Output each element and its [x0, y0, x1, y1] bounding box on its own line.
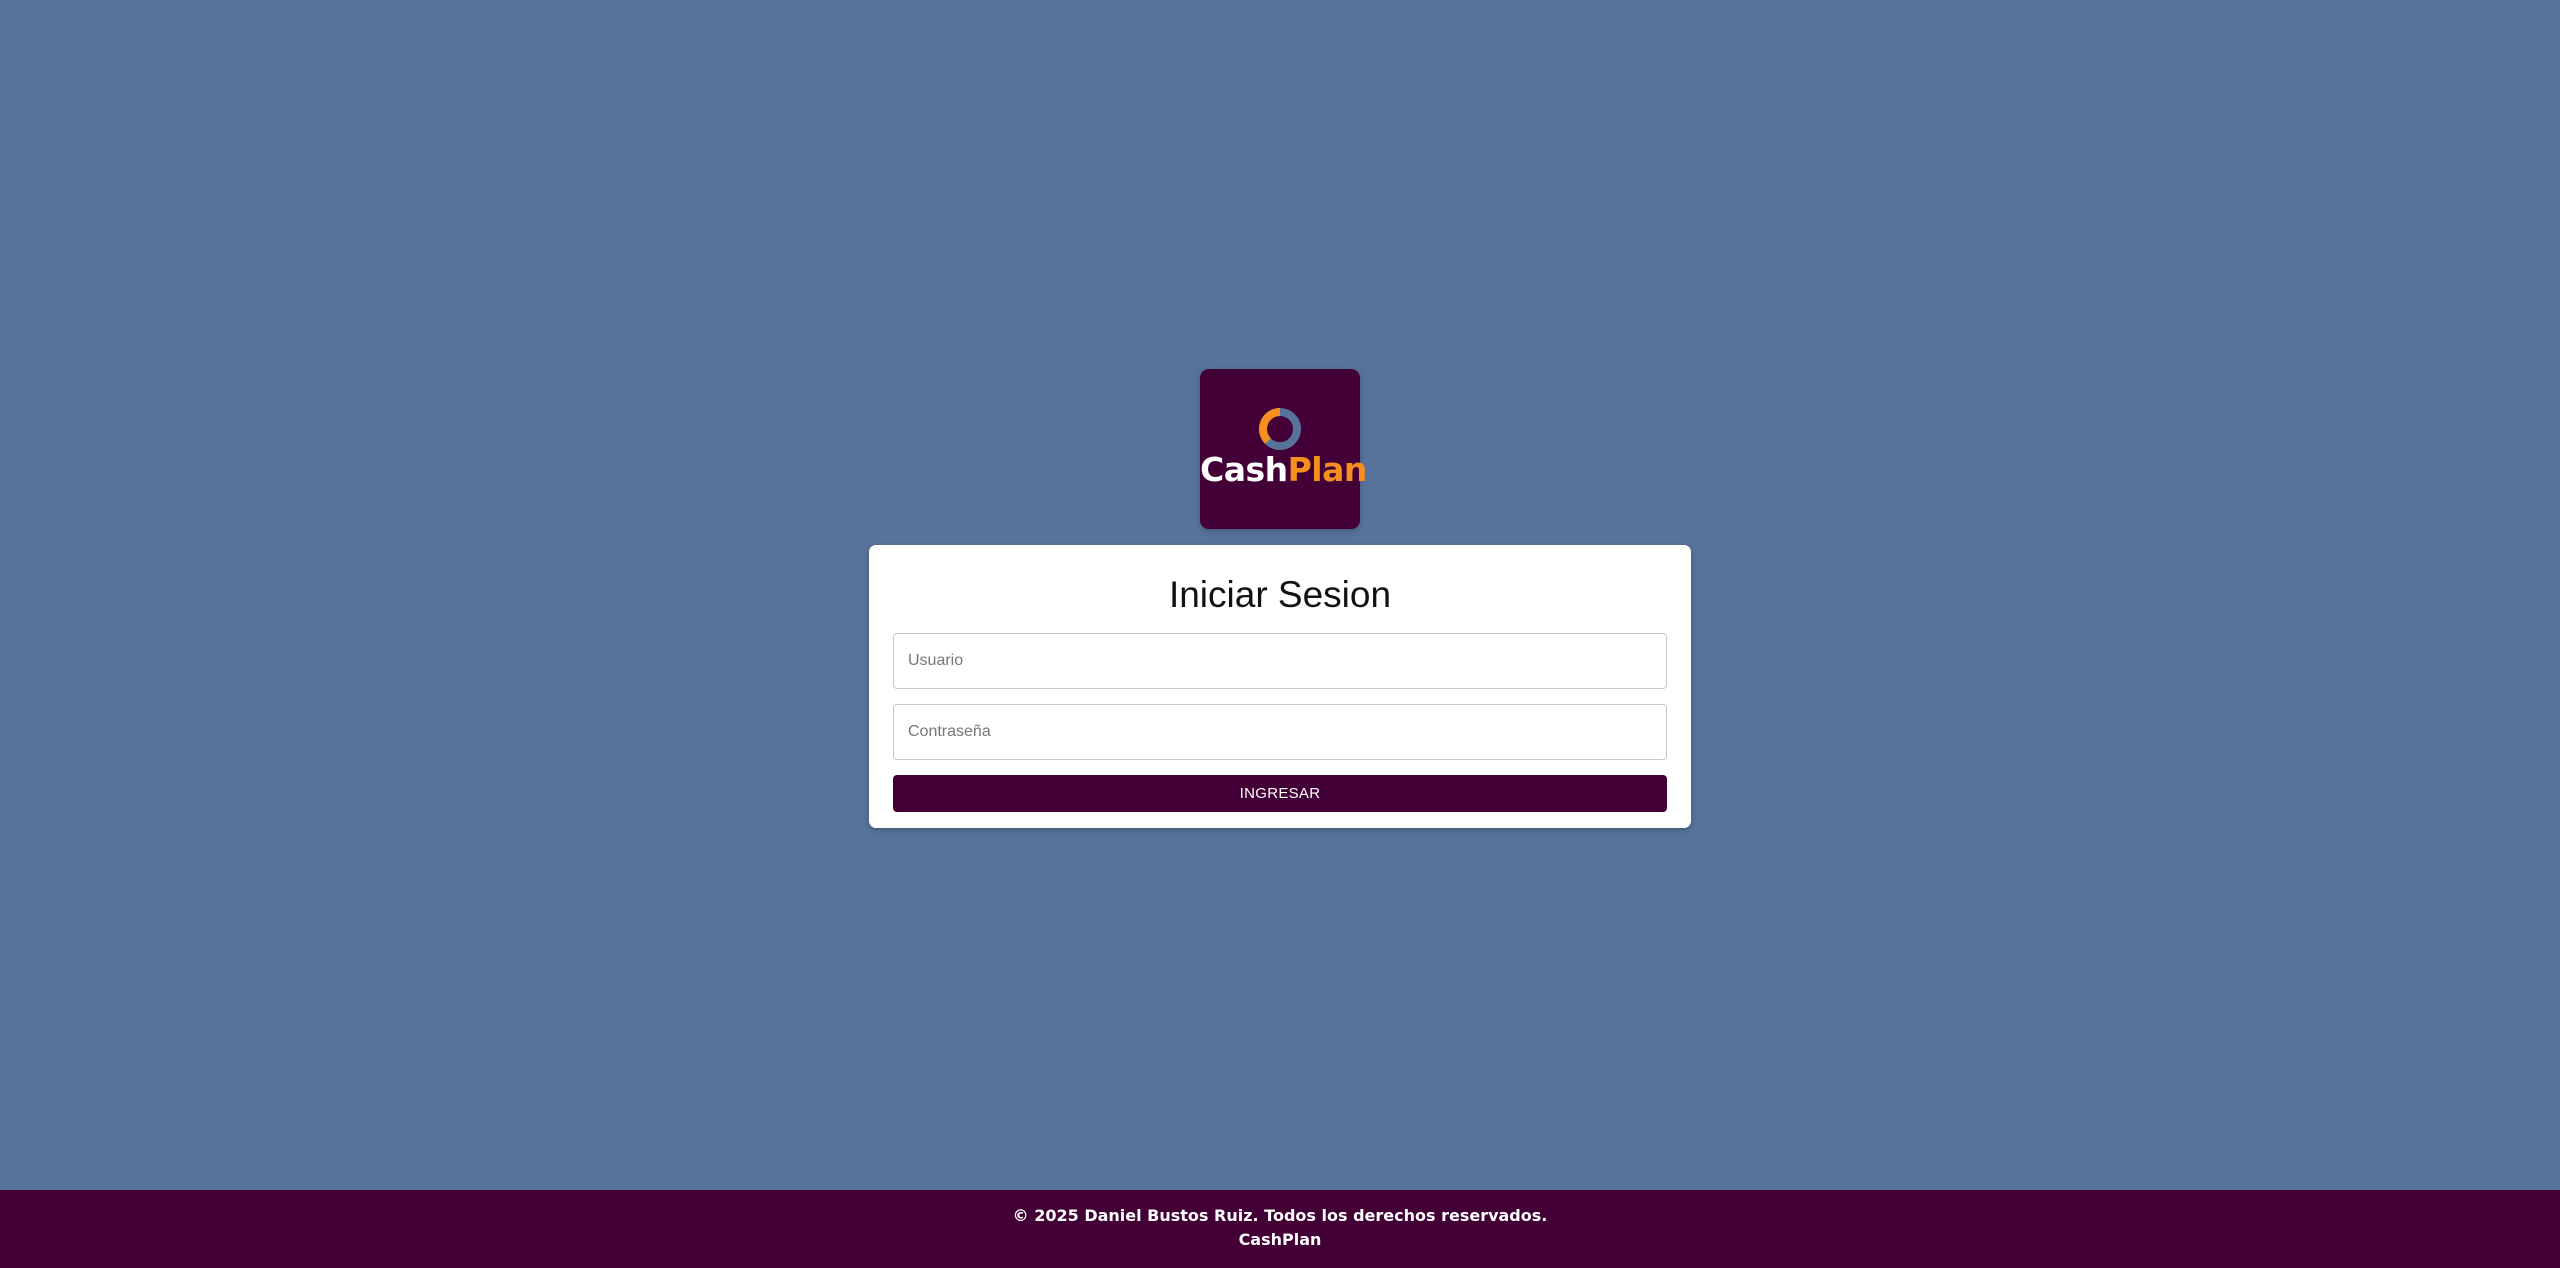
login-title: Iniciar Sesion: [1168, 574, 1392, 615]
login-card: Iniciar Sesion INGRESAR: [869, 545, 1691, 828]
logo-wordmark: CashPlan: [1200, 450, 1367, 490]
login-submit-button[interactable]: INGRESAR: [893, 775, 1667, 812]
password-input[interactable]: [893, 704, 1667, 760]
username-input[interactable]: [893, 633, 1667, 689]
login-page: CashPlan Iniciar Sesion INGRESAR © 2025 …: [0, 0, 2560, 1268]
footer-brand: CashPlan: [1238, 1230, 1322, 1249]
app-logo: CashPlan: [1200, 369, 1367, 529]
logo-word-plan: Plan: [1287, 450, 1368, 489]
logo-word-cash: Cash: [1200, 450, 1288, 489]
footer-copyright: © 2025 Daniel Bustos Ruiz. Todos los der…: [1012, 1206, 1548, 1225]
ring-logo-icon: [1259, 408, 1301, 450]
footer: © 2025 Daniel Bustos Ruiz. Todos los der…: [0, 1190, 2560, 1268]
